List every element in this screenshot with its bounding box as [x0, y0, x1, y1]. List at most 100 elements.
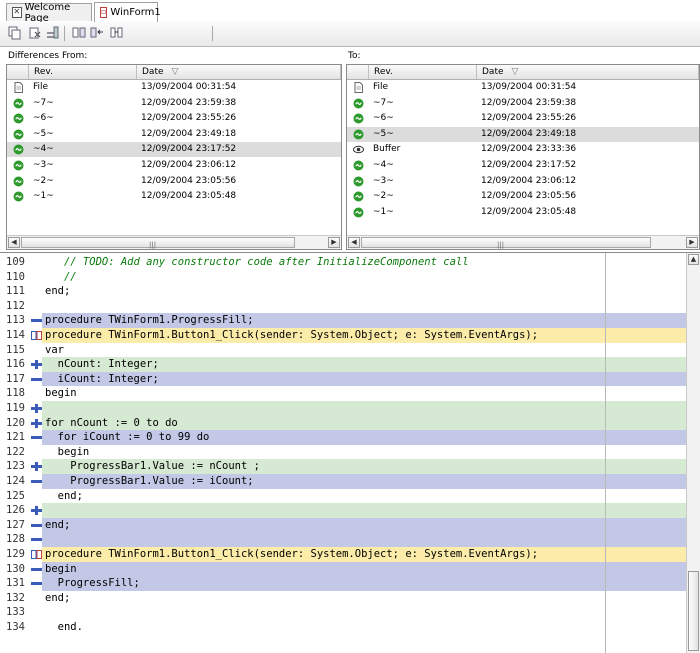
revision-label: ~4~	[373, 160, 394, 170]
revision-date: 12/09/2004 23:17:52	[481, 160, 577, 170]
tab-bar: ✕ Welcome Page ▫ WinForm1	[0, 0, 700, 24]
scroll-up-button[interactable]: ▲	[688, 254, 699, 265]
code-line: 124 ProgressBar1.Value := iCount;	[0, 474, 686, 489]
line-number: 121	[6, 431, 25, 444]
revision-date: 12/09/2004 23:17:52	[141, 144, 237, 155]
close-x-icon[interactable]: ✕	[12, 7, 22, 18]
list-item[interactable]: Buffer 12/09/2004 23:33:36	[347, 142, 699, 157]
revision-icon	[353, 176, 364, 187]
code-text: //	[45, 270, 77, 283]
added-marker-icon[interactable]	[31, 506, 42, 516]
list-item[interactable]: ~3~ 12/09/2004 23:06:12	[7, 158, 341, 173]
list-item[interactable]: ~5~ 12/09/2004 23:49:18	[7, 127, 341, 142]
changed-marker-icon[interactable]	[31, 331, 42, 340]
list-item[interactable]: ~2~ 12/09/2004 23:05:56	[7, 174, 341, 189]
vertical-scrollbar[interactable]: ▲	[686, 253, 700, 653]
scroll-right-button[interactable]: ▶	[686, 237, 698, 248]
revision-label: ~5~	[373, 128, 394, 139]
code-text: iCount: Integer;	[45, 372, 159, 385]
list-header: Rev. Date ▽	[7, 65, 341, 80]
column-header-date[interactable]: Date ▽	[477, 65, 699, 79]
scroll-left-button[interactable]: ◀	[348, 237, 360, 248]
diff-next-icon[interactable]	[90, 26, 104, 40]
revision-icon	[13, 176, 24, 187]
list-item[interactable]: File 13/09/2004 00:31:54	[7, 80, 341, 95]
horizontal-scrollbar[interactable]: ◀ ||| ▶	[7, 235, 341, 249]
deleted-marker-icon[interactable]	[31, 477, 42, 486]
scroll-left-button[interactable]: ◀	[8, 237, 20, 248]
revision-icon	[13, 160, 24, 171]
revision-icon	[353, 191, 364, 202]
code-text: ProgressBar1.Value := nCount ;	[45, 460, 260, 473]
added-marker-icon[interactable]	[31, 360, 42, 370]
column-header-rev[interactable]: Rev.	[29, 65, 137, 79]
code-line: 122 begin	[0, 444, 686, 460]
list-item[interactable]: ~7~ 12/09/2004 23:59:38	[7, 96, 341, 111]
copy-icon[interactable]	[8, 26, 22, 40]
list-item[interactable]: ~1~ 12/09/2004 23:05:48	[347, 205, 699, 220]
line-highlight	[42, 401, 686, 416]
code-line: 129 procedure TWinForm1.Button1_Click(sen…	[0, 547, 686, 562]
delete-icon[interactable]	[28, 26, 42, 40]
tab-winform1[interactable]: ▫ WinForm1	[94, 2, 161, 22]
added-marker-icon[interactable]	[31, 462, 42, 472]
scroll-thumb[interactable]	[688, 571, 699, 651]
line-number: 110	[6, 270, 25, 283]
diff-sync-icon[interactable]	[110, 26, 124, 40]
code-text: begin	[45, 387, 77, 400]
revision-date: 12/09/2004 23:49:18	[141, 128, 237, 139]
code-text: procedure TWinForm1.Button1_Click(sender…	[45, 548, 539, 560]
list-item[interactable]: ~7~ 12/09/2004 23:59:38	[347, 96, 699, 111]
scroll-thumb[interactable]: |||	[361, 237, 651, 249]
diff-code-view[interactable]: 109 // TODO: Add any constructor code af…	[0, 252, 700, 653]
revision-date: 12/09/2004 23:05:56	[141, 175, 237, 186]
revision-date: 12/09/2004 23:49:18	[481, 128, 577, 139]
deleted-marker-icon[interactable]	[31, 375, 42, 384]
scroll-right-button[interactable]: ▶	[328, 237, 340, 248]
list-item[interactable]: File 13/09/2004 00:31:54	[347, 80, 699, 95]
line-highlight	[42, 298, 686, 314]
list-item[interactable]: ~4~ 12/09/2004 23:17:52	[7, 142, 341, 158]
revision-label: File	[373, 82, 389, 92]
list-item[interactable]: ~2~ 12/09/2004 23:05:56	[347, 189, 699, 204]
code-line: 110 //	[0, 269, 686, 285]
revision-label: Buffer	[373, 144, 401, 155]
to-list: Rev. Date ▽ File 13/09/2004 00:31:54 ~7~ 12/…	[346, 64, 700, 250]
line-number: 124	[6, 475, 25, 487]
revision-label: ~7~	[33, 97, 54, 108]
line-number: 115	[6, 343, 25, 356]
list-item[interactable]: ~5~ 12/09/2004 23:49:18	[347, 126, 699, 142]
line-highlight	[42, 386, 686, 401]
code-line: 121 for iCount := 0 to 99 do	[0, 430, 686, 445]
revision-date: 13/09/2004 00:31:54	[481, 82, 577, 92]
code-text: end.	[45, 621, 83, 633]
merge-icon[interactable]	[46, 26, 60, 40]
added-marker-icon[interactable]	[31, 404, 42, 413]
revision-date: 12/09/2004 23:06:12	[481, 175, 577, 186]
deleted-marker-icon[interactable]	[31, 565, 42, 574]
list-item[interactable]: ~6~ 12/09/2004 23:55:26	[347, 111, 699, 126]
deleted-marker-icon[interactable]	[31, 535, 42, 544]
diff-prev-icon[interactable]	[72, 26, 86, 40]
list-item[interactable]: ~6~ 12/09/2004 23:55:26	[7, 111, 341, 126]
list-item[interactable]: ~3~ 12/09/2004 23:06:12	[347, 174, 699, 189]
list-item[interactable]: ~4~ 12/09/2004 23:17:52	[347, 158, 699, 173]
column-header-date[interactable]: Date ▽	[137, 65, 341, 79]
scroll-thumb[interactable]: |||	[21, 237, 295, 249]
revision-label: ~4~	[33, 144, 54, 155]
horizontal-scrollbar[interactable]: ◀ ||| ▶	[347, 235, 699, 249]
changed-marker-icon[interactable]	[31, 550, 42, 559]
deleted-marker-icon[interactable]	[31, 433, 42, 442]
deleted-marker-icon[interactable]	[31, 521, 42, 530]
sort-arrow-icon: ▽	[511, 67, 519, 77]
deleted-marker-icon[interactable]	[31, 316, 42, 325]
column-header-rev[interactable]: Rev.	[369, 65, 477, 79]
tab-welcome-page[interactable]: ✕ Welcome Page	[6, 2, 92, 24]
deleted-marker-icon[interactable]	[31, 579, 42, 588]
line-number: 116	[6, 358, 25, 371]
added-marker-icon[interactable]	[31, 418, 42, 428]
revision-date: 12/09/2004 23:33:36	[481, 144, 577, 155]
revision-icon	[353, 98, 364, 109]
tab-label: WinForm1	[110, 7, 161, 18]
list-item[interactable]: ~1~ 12/09/2004 23:05:48	[7, 189, 341, 204]
